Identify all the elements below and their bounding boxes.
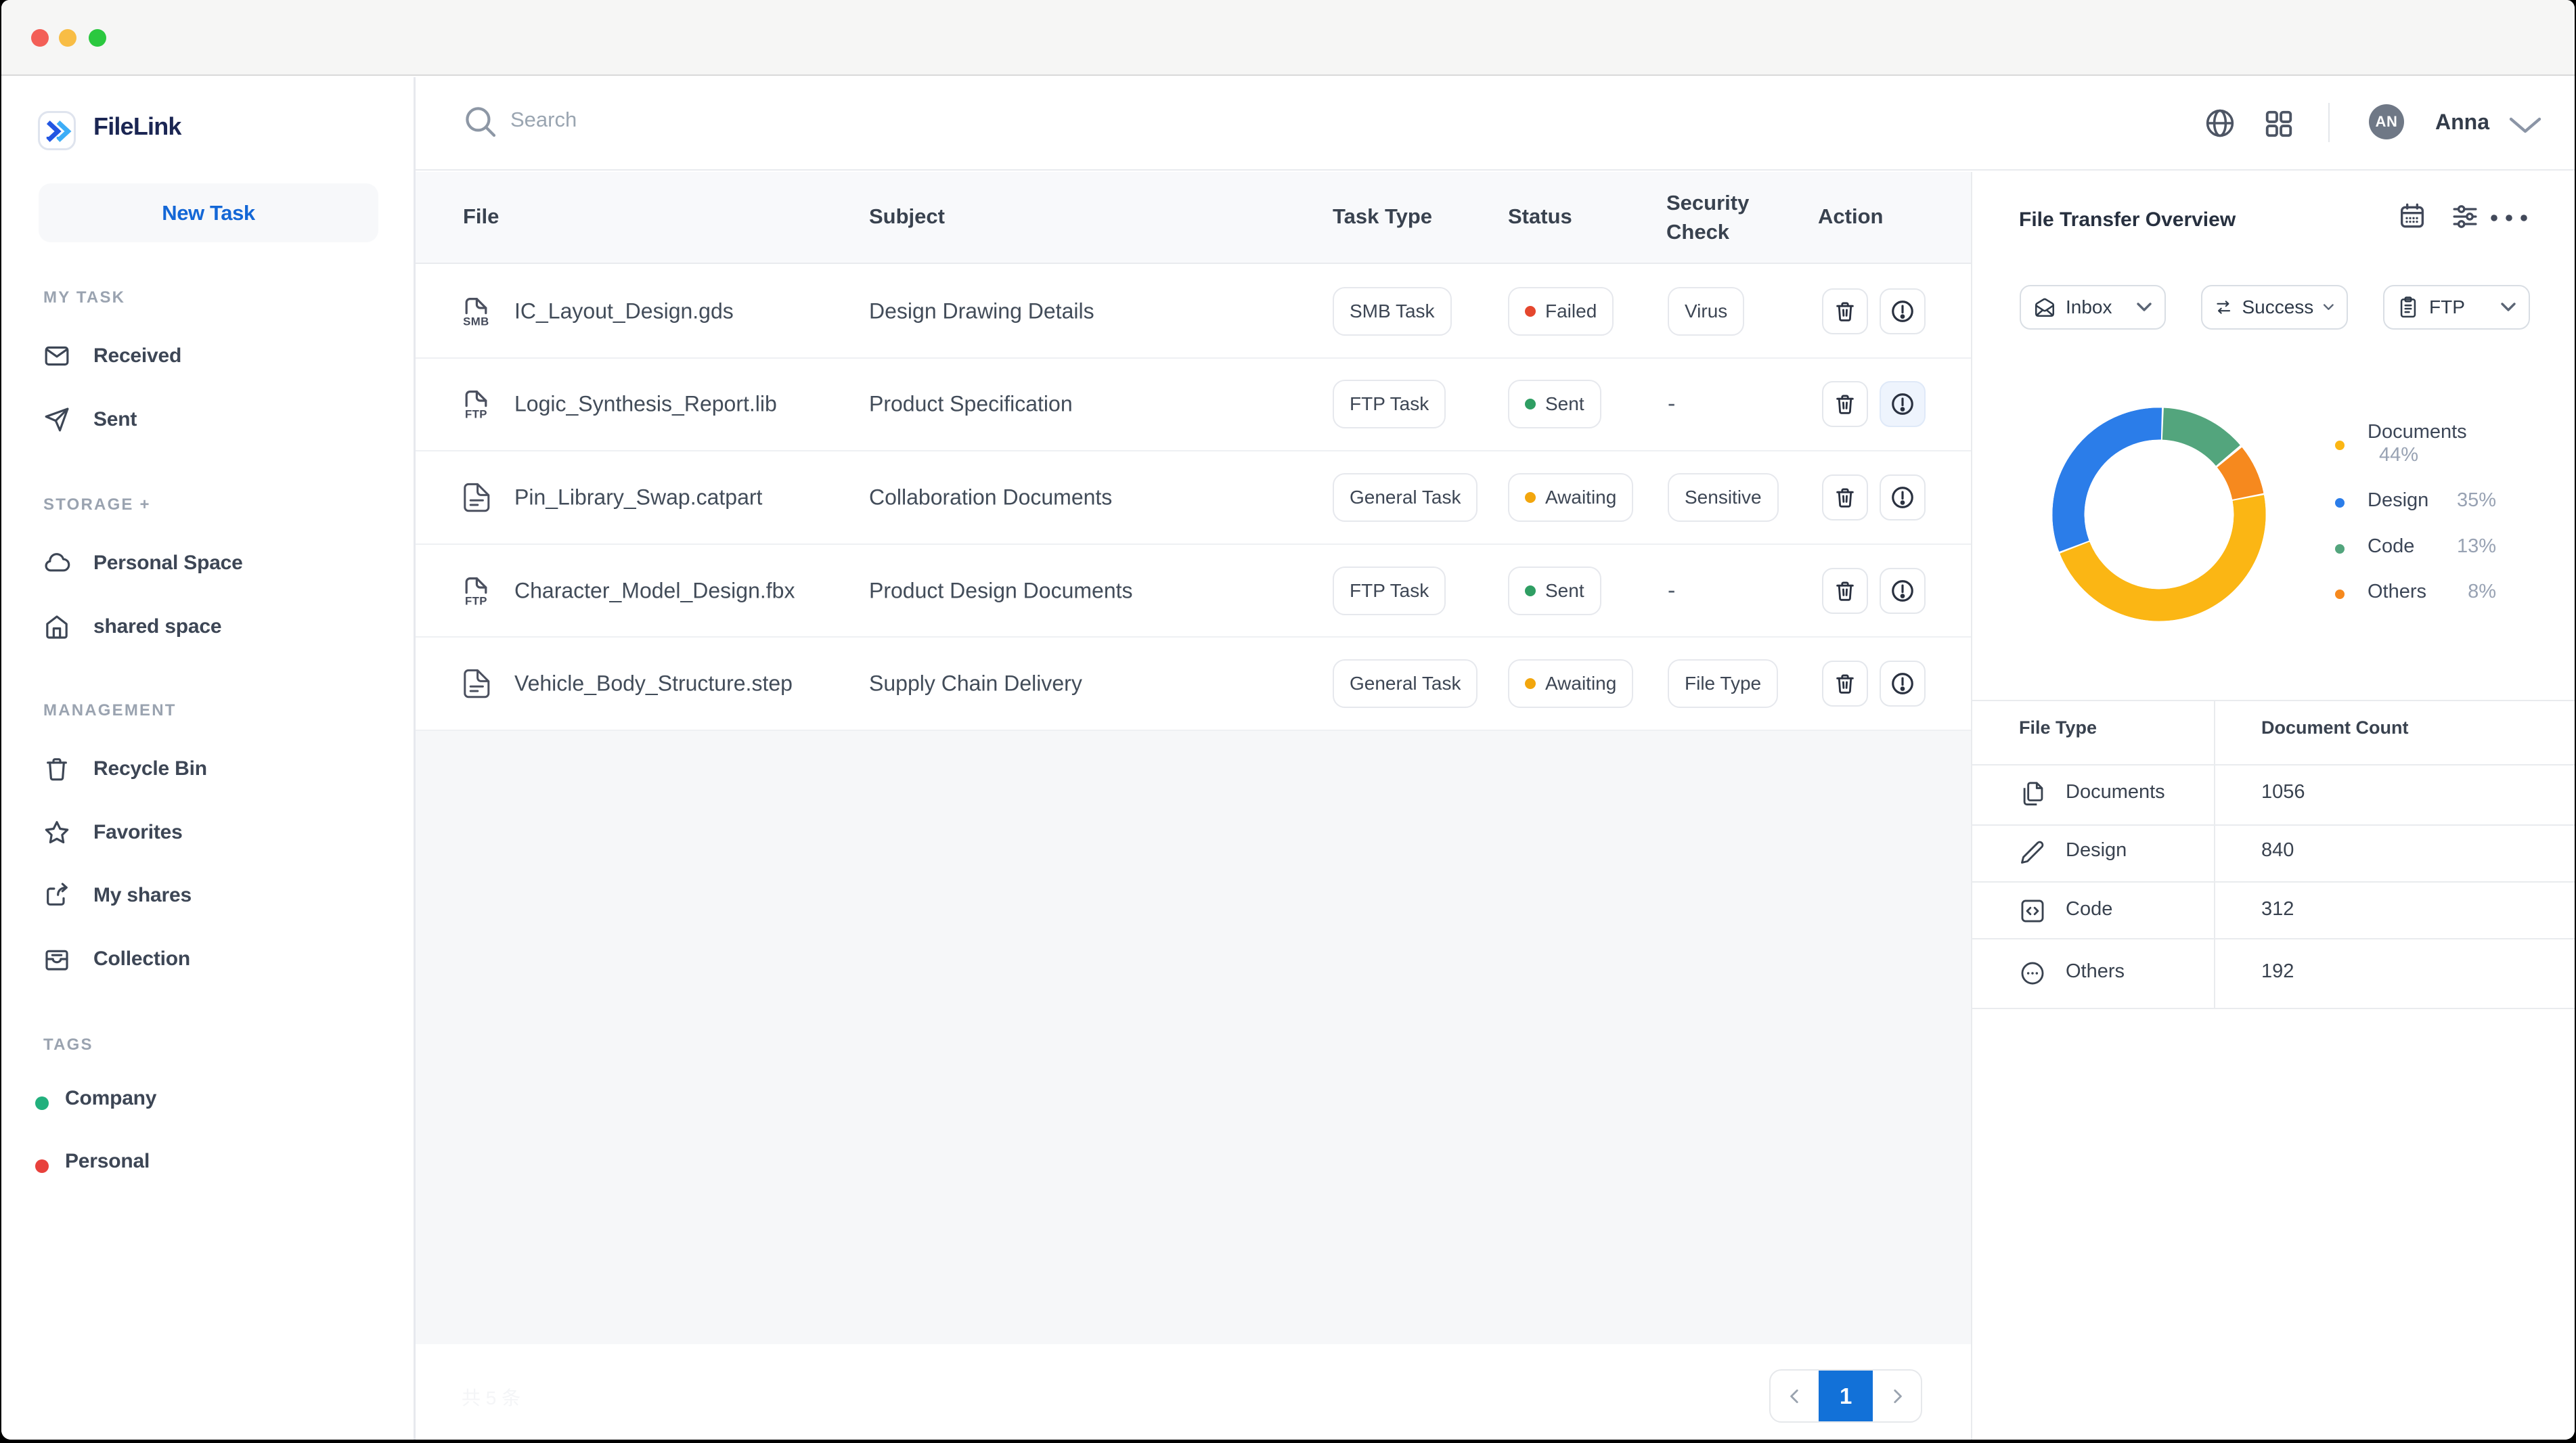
svg-text:FTP: FTP — [465, 408, 487, 420]
svg-text:FTP: FTP — [465, 594, 487, 606]
svg-text:SMB: SMB — [463, 315, 489, 326]
